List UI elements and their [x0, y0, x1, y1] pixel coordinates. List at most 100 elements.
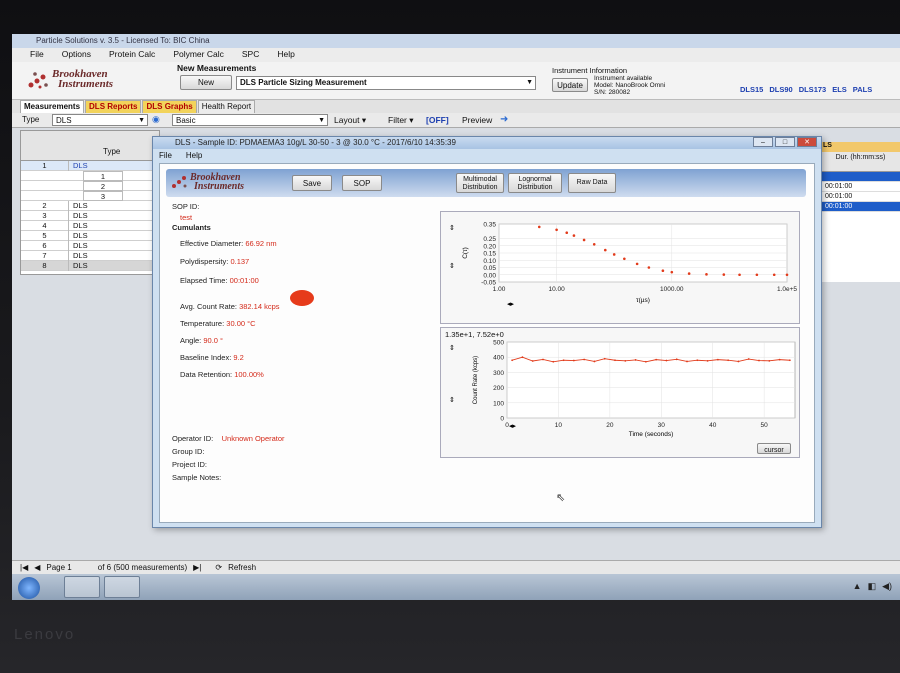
refresh-button[interactable]: Refresh	[228, 563, 256, 572]
app-titlebar: Particle Solutions v. 3.5 - Licensed To:…	[12, 34, 900, 48]
duration-cell[interactable]: 00:01:00	[821, 202, 900, 212]
view-icon[interactable]: ◉	[152, 114, 160, 125]
lognormal-distribution-button[interactable]: Lognormal Distribution	[508, 173, 562, 193]
mouse-pointer-icon: ⇖	[556, 492, 566, 504]
sop-button[interactable]: SOP	[342, 175, 382, 191]
mode-els[interactable]: ELS	[832, 85, 847, 94]
zoom-arrows-icon: ⇕	[449, 262, 455, 270]
filter-menu[interactable]: Filter ▾	[388, 115, 414, 126]
taskbar-app-icon[interactable]	[64, 576, 100, 598]
y-axis-label: C(τ)	[462, 247, 469, 259]
tab-measurements[interactable]: Measurements	[20, 100, 85, 113]
menu-protein-calc[interactable]: Protein Calc	[109, 49, 155, 62]
next-page-icon[interactable]: ▶|	[193, 563, 201, 572]
menu-options[interactable]: Options	[62, 49, 91, 62]
volume-icon[interactable]: ◀)	[882, 581, 892, 592]
data-point	[565, 231, 569, 234]
table-row[interactable]: 1	[21, 171, 159, 181]
y-axis-label: Count Rate (kcps)	[473, 356, 479, 404]
table-row[interactable]: 2 DLS	[21, 201, 159, 211]
menu-help[interactable]: Help	[277, 49, 294, 62]
x-axis-label: τ(µs)	[636, 297, 650, 304]
tab-dls-graphs[interactable]: DLS Graphs	[142, 100, 197, 113]
table-row[interactable]: 3 DLS	[21, 211, 159, 221]
dialog-menu-help[interactable]: Help	[186, 151, 202, 160]
data-point	[555, 228, 558, 232]
minimize-icon[interactable]: –	[753, 137, 773, 147]
view-select[interactable]: Basic ▼	[172, 114, 328, 126]
x-tick-label: 40	[709, 422, 717, 429]
result-row: Temperature: 30.00 °C	[180, 319, 256, 328]
table-row[interactable]: 6 DLS	[21, 241, 159, 251]
data-point	[705, 273, 708, 276]
table-row[interactable]: 8 DLS	[21, 261, 159, 271]
data-point	[531, 360, 534, 362]
save-button[interactable]: Save	[292, 175, 332, 191]
tab-dls-reports[interactable]: DLS Reports	[85, 100, 142, 113]
duration-header: Dur. (hh:mm:ss)	[821, 152, 900, 172]
data-point	[661, 269, 665, 272]
y-tick-label: 0.00	[483, 272, 496, 279]
data-point	[603, 248, 607, 252]
data-point	[670, 270, 674, 274]
type-select[interactable]: DLS ▼	[52, 114, 148, 126]
table-row[interactable]: 7 DLS	[21, 251, 159, 261]
page-label[interactable]: Page 1	[46, 563, 71, 572]
start-button-icon[interactable]	[18, 577, 40, 599]
duration-cell[interactable]	[821, 172, 900, 182]
prev-page-icon[interactable]: ◀	[34, 563, 40, 572]
zoom-arrows-icon: ⇕	[449, 344, 455, 352]
menu-spc[interactable]: SPC	[242, 49, 259, 62]
duration-cell[interactable]: 00:01:00	[821, 182, 900, 192]
new-button[interactable]: New	[180, 75, 232, 90]
tray-arrow-icon[interactable]: ▲	[853, 581, 862, 592]
x-tick-label: 1.00	[493, 286, 506, 293]
taskbar-app-icon[interactable]	[104, 576, 140, 598]
y-tick-label: 0	[500, 416, 504, 423]
layout-menu[interactable]: Layout ▾	[334, 115, 366, 126]
raw-data-button[interactable]: Raw Data	[568, 173, 616, 193]
update-button[interactable]: Update	[552, 78, 588, 92]
menu-file[interactable]: File	[30, 49, 44, 62]
table-row[interactable]: 1 DLS	[21, 161, 159, 171]
x-tick-label: 10	[555, 422, 563, 429]
table-row[interactable]: 5 DLS	[21, 231, 159, 241]
dialog-menu: File Help	[159, 151, 202, 160]
table-row[interactable]: 4 DLS	[21, 221, 159, 231]
maximize-icon[interactable]: □	[775, 137, 795, 147]
first-page-icon[interactable]: |◀	[20, 563, 28, 572]
preview-button[interactable]: Preview	[462, 115, 492, 125]
tab-health-report[interactable]: Health Report	[197, 100, 256, 113]
result-row: Angle: 90.0 °	[180, 336, 224, 345]
table-row[interactable]: 2	[21, 181, 159, 191]
mode-dls15[interactable]: DLS15	[740, 85, 763, 94]
status-led-indicator	[290, 290, 314, 306]
mode-dls173[interactable]: DLS173	[799, 85, 827, 94]
data-point	[603, 357, 606, 360]
data-point	[772, 273, 776, 277]
group-id-label: Group ID:	[172, 447, 205, 456]
table-row[interactable]: 3	[21, 191, 159, 201]
menu-polymer-calc[interactable]: Polymer Calc	[173, 49, 224, 62]
mode-dls90[interactable]: DLS90	[769, 85, 792, 94]
data-point	[785, 273, 789, 277]
mode-pals[interactable]: PALS	[853, 85, 872, 94]
refresh-icon[interactable]: ⟳	[215, 563, 222, 572]
cursor-button[interactable]: cursor	[757, 443, 791, 454]
project-id-label: Project ID:	[172, 460, 208, 469]
brookhaven-logo: Brookhaven Instruments	[26, 65, 156, 95]
multimodal-distribution-button[interactable]: Multimodal Distribution	[456, 173, 504, 193]
correlation-plot[interactable]: 0.35 0.25 0.20 0.15 0.10 0.05 0.00 -0.05 1.00 10.…	[440, 211, 800, 324]
measurement-type-select[interactable]: DLS Particle Sizing Measurement ▼	[236, 76, 536, 90]
x-tick-label: 1000.00	[660, 286, 684, 293]
dialog-menu-file[interactable]: File	[159, 151, 172, 160]
instrument-info-title: Instrument Information	[552, 66, 628, 75]
app-header: Brookhaven Instruments New Measurements …	[12, 62, 900, 100]
close-icon[interactable]: ✕	[797, 137, 817, 147]
count-rate-plot[interactable]: 1.35e+1, 7.52e+0 500 400 300 200 100 0 0 10 20 30…	[440, 327, 800, 458]
data-point	[593, 360, 596, 363]
preview-icon[interactable]: ➜	[500, 114, 508, 125]
windows-taskbar: ▲ ◧ ◀)	[12, 574, 900, 600]
network-icon[interactable]: ◧	[868, 581, 877, 592]
duration-cell[interactable]: 00:01:00	[821, 192, 900, 202]
